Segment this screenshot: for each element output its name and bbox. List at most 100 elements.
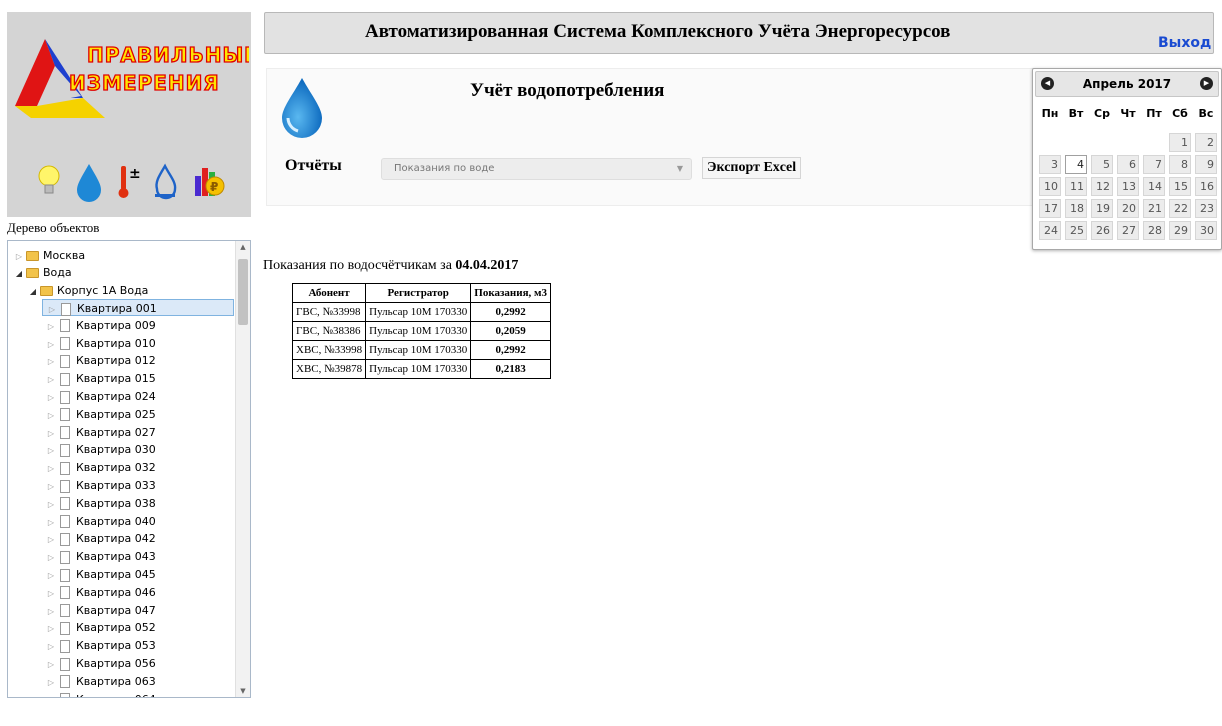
calendar-day[interactable]: 15: [1169, 177, 1191, 196]
tree-item[interactable]: ▷ Квартира 032: [46, 459, 156, 476]
scrollbar-thumb[interactable]: [238, 259, 248, 325]
expand-arrow-icon[interactable]: ▷: [46, 389, 56, 406]
expand-arrow-icon[interactable]: ▷: [14, 248, 24, 265]
expand-arrow-icon[interactable]: ▷: [46, 407, 56, 424]
tree-item[interactable]: ▷ Квартира 038: [46, 495, 156, 512]
report-type-select[interactable]: Показания по воде ▼: [381, 158, 692, 180]
tree-item[interactable]: ▷ Квартира 042: [46, 530, 156, 547]
tree-item[interactable]: ▷ Квартира 045: [46, 566, 156, 583]
tree-item[interactable]: ▷ Квартира 010: [46, 335, 156, 352]
calendar-day[interactable]: 13: [1117, 177, 1139, 196]
calendar-day[interactable]: 12: [1091, 177, 1113, 196]
expand-arrow-icon[interactable]: ▷: [46, 425, 56, 442]
calendar-day[interactable]: 3: [1039, 155, 1061, 174]
tree-item[interactable]: ▷ Квартира 047: [46, 602, 156, 619]
calendar-day[interactable]: 14: [1143, 177, 1165, 196]
tree-item[interactable]: ▷ Квартира 040: [46, 513, 156, 530]
expand-arrow-icon[interactable]: ▷: [46, 318, 56, 335]
calendar-day[interactable]: 22: [1169, 199, 1191, 218]
tree-item[interactable]: ▷ Квартира 030: [46, 441, 156, 458]
cost-chart-icon[interactable]: ₽: [195, 168, 225, 196]
expand-arrow-icon[interactable]: ▷: [46, 620, 56, 637]
tree-item[interactable]: ▷ Квартира 046: [46, 584, 156, 601]
calendar-day[interactable]: 21: [1143, 199, 1165, 218]
calendar-day[interactable]: 6: [1117, 155, 1139, 174]
tree-item[interactable]: ▷ Квартира 012: [46, 352, 156, 369]
calendar-day[interactable]: 25: [1065, 221, 1087, 240]
calendar-day[interactable]: 26: [1091, 221, 1113, 240]
calendar-day[interactable]: 19: [1091, 199, 1113, 218]
calendar-day[interactable]: 8: [1169, 155, 1191, 174]
calendar-day[interactable]: 20: [1117, 199, 1139, 218]
expand-arrow-icon[interactable]: ▷: [46, 371, 56, 388]
object-tree[interactable]: ▷ Москва ◢ Вода ◢ Корпус 1А Вода ▷ Квартира …: [7, 240, 251, 698]
expand-arrow-icon[interactable]: ▷: [46, 478, 56, 495]
calendar-day[interactable]: 28: [1143, 221, 1165, 240]
expand-arrow-icon[interactable]: ▷: [46, 549, 56, 566]
logout-link[interactable]: Выход: [1158, 35, 1211, 51]
calendar-day[interactable]: 18: [1065, 199, 1087, 218]
tree-item[interactable]: ▷ Квартира 064: [46, 691, 156, 697]
calendar-day[interactable]: 23: [1195, 199, 1217, 218]
calendar-day[interactable]: 2: [1195, 133, 1217, 152]
expand-arrow-icon[interactable]: ▷: [46, 603, 56, 620]
tree-item[interactable]: ▷ Квартира 015: [46, 370, 156, 387]
lightbulb-icon[interactable]: [38, 165, 60, 194]
tree-item[interactable]: ▷ Квартира 027: [46, 424, 156, 441]
calendar-day[interactable]: 17: [1039, 199, 1061, 218]
document-icon: [60, 479, 70, 493]
calendar-day[interactable]: 7: [1143, 155, 1165, 174]
expand-arrow-icon[interactable]: ▷: [46, 514, 56, 531]
tree-item[interactable]: ▷ Квартира 001: [42, 299, 234, 316]
calendar-day[interactable]: 4: [1065, 155, 1087, 174]
water-drop-icon[interactable]: [77, 164, 101, 202]
tree-item[interactable]: ▷ Квартира 009: [46, 317, 156, 334]
tree-item[interactable]: ▷ Квартира 025: [46, 406, 156, 423]
tree-item[interactable]: ▷ Квартира 052: [46, 619, 156, 636]
tree-item-label: Квартира 056: [76, 657, 156, 670]
tree-item[interactable]: ▷ Квартира 033: [46, 477, 156, 494]
collapse-arrow-icon[interactable]: ◢: [28, 283, 38, 300]
tree-node-building[interactable]: ◢ Корпус 1А Вода: [28, 282, 149, 300]
thermometer-icon[interactable]: ±: [118, 166, 141, 198]
calendar-day[interactable]: 11: [1065, 177, 1087, 196]
tree-node-moscow[interactable]: ▷ Москва: [14, 247, 85, 264]
tree-scrollbar[interactable]: ▲ ▼: [235, 241, 250, 697]
next-month-icon[interactable]: ▶: [1200, 77, 1213, 90]
export-excel-button[interactable]: Экспорт Excel: [702, 157, 802, 179]
report-select-value: Показания по воде: [394, 163, 495, 174]
expand-arrow-icon[interactable]: ▷: [46, 336, 56, 353]
calendar-day[interactable]: 16: [1195, 177, 1217, 196]
calendar-day[interactable]: 30: [1195, 221, 1217, 240]
expand-arrow-icon[interactable]: ▷: [46, 567, 56, 584]
expand-arrow-icon[interactable]: ▷: [46, 353, 56, 370]
expand-arrow-icon[interactable]: ▷: [46, 692, 56, 697]
expand-arrow-icon[interactable]: ▷: [46, 442, 56, 459]
tree-item[interactable]: ▷ Квартира 024: [46, 388, 156, 405]
expand-arrow-icon[interactable]: ▷: [46, 585, 56, 602]
expand-arrow-icon[interactable]: ▷: [46, 656, 56, 673]
expand-arrow-icon[interactable]: ▷: [46, 531, 56, 548]
scroll-down-icon[interactable]: ▼: [236, 687, 250, 695]
calendar-day[interactable]: 1: [1169, 133, 1191, 152]
calendar-day[interactable]: 9: [1195, 155, 1217, 174]
tree-item[interactable]: ▷ Квартира 063: [46, 673, 156, 690]
expand-arrow-icon[interactable]: ▷: [47, 301, 57, 318]
tree-item[interactable]: ▷ Квартира 043: [46, 548, 156, 565]
expand-arrow-icon[interactable]: ▷: [46, 674, 56, 691]
scroll-up-icon[interactable]: ▲: [236, 243, 250, 251]
calendar-day[interactable]: 27: [1117, 221, 1139, 240]
calendar-day[interactable]: 29: [1169, 221, 1191, 240]
expand-arrow-icon[interactable]: ▷: [46, 496, 56, 513]
tree-node-water[interactable]: ◢ Вода: [14, 264, 72, 281]
calendar-day[interactable]: 24: [1039, 221, 1061, 240]
expand-arrow-icon[interactable]: ▷: [46, 638, 56, 655]
collapse-arrow-icon[interactable]: ◢: [14, 265, 24, 282]
expand-arrow-icon[interactable]: ▷: [46, 460, 56, 477]
calendar-day[interactable]: 5: [1091, 155, 1113, 174]
date-picker: ◀ Апрель 2017 ▶ Пн Вт Ср Чт Пт Сб Вс 1 2 3 4 5 6 7 8 9 1…: [1032, 68, 1222, 250]
calendar-day[interactable]: 10: [1039, 177, 1061, 196]
gas-flame-icon[interactable]: [155, 163, 177, 200]
tree-item[interactable]: ▷ Квартира 053: [46, 637, 156, 654]
tree-item[interactable]: ▷ Квартира 056: [46, 655, 156, 672]
